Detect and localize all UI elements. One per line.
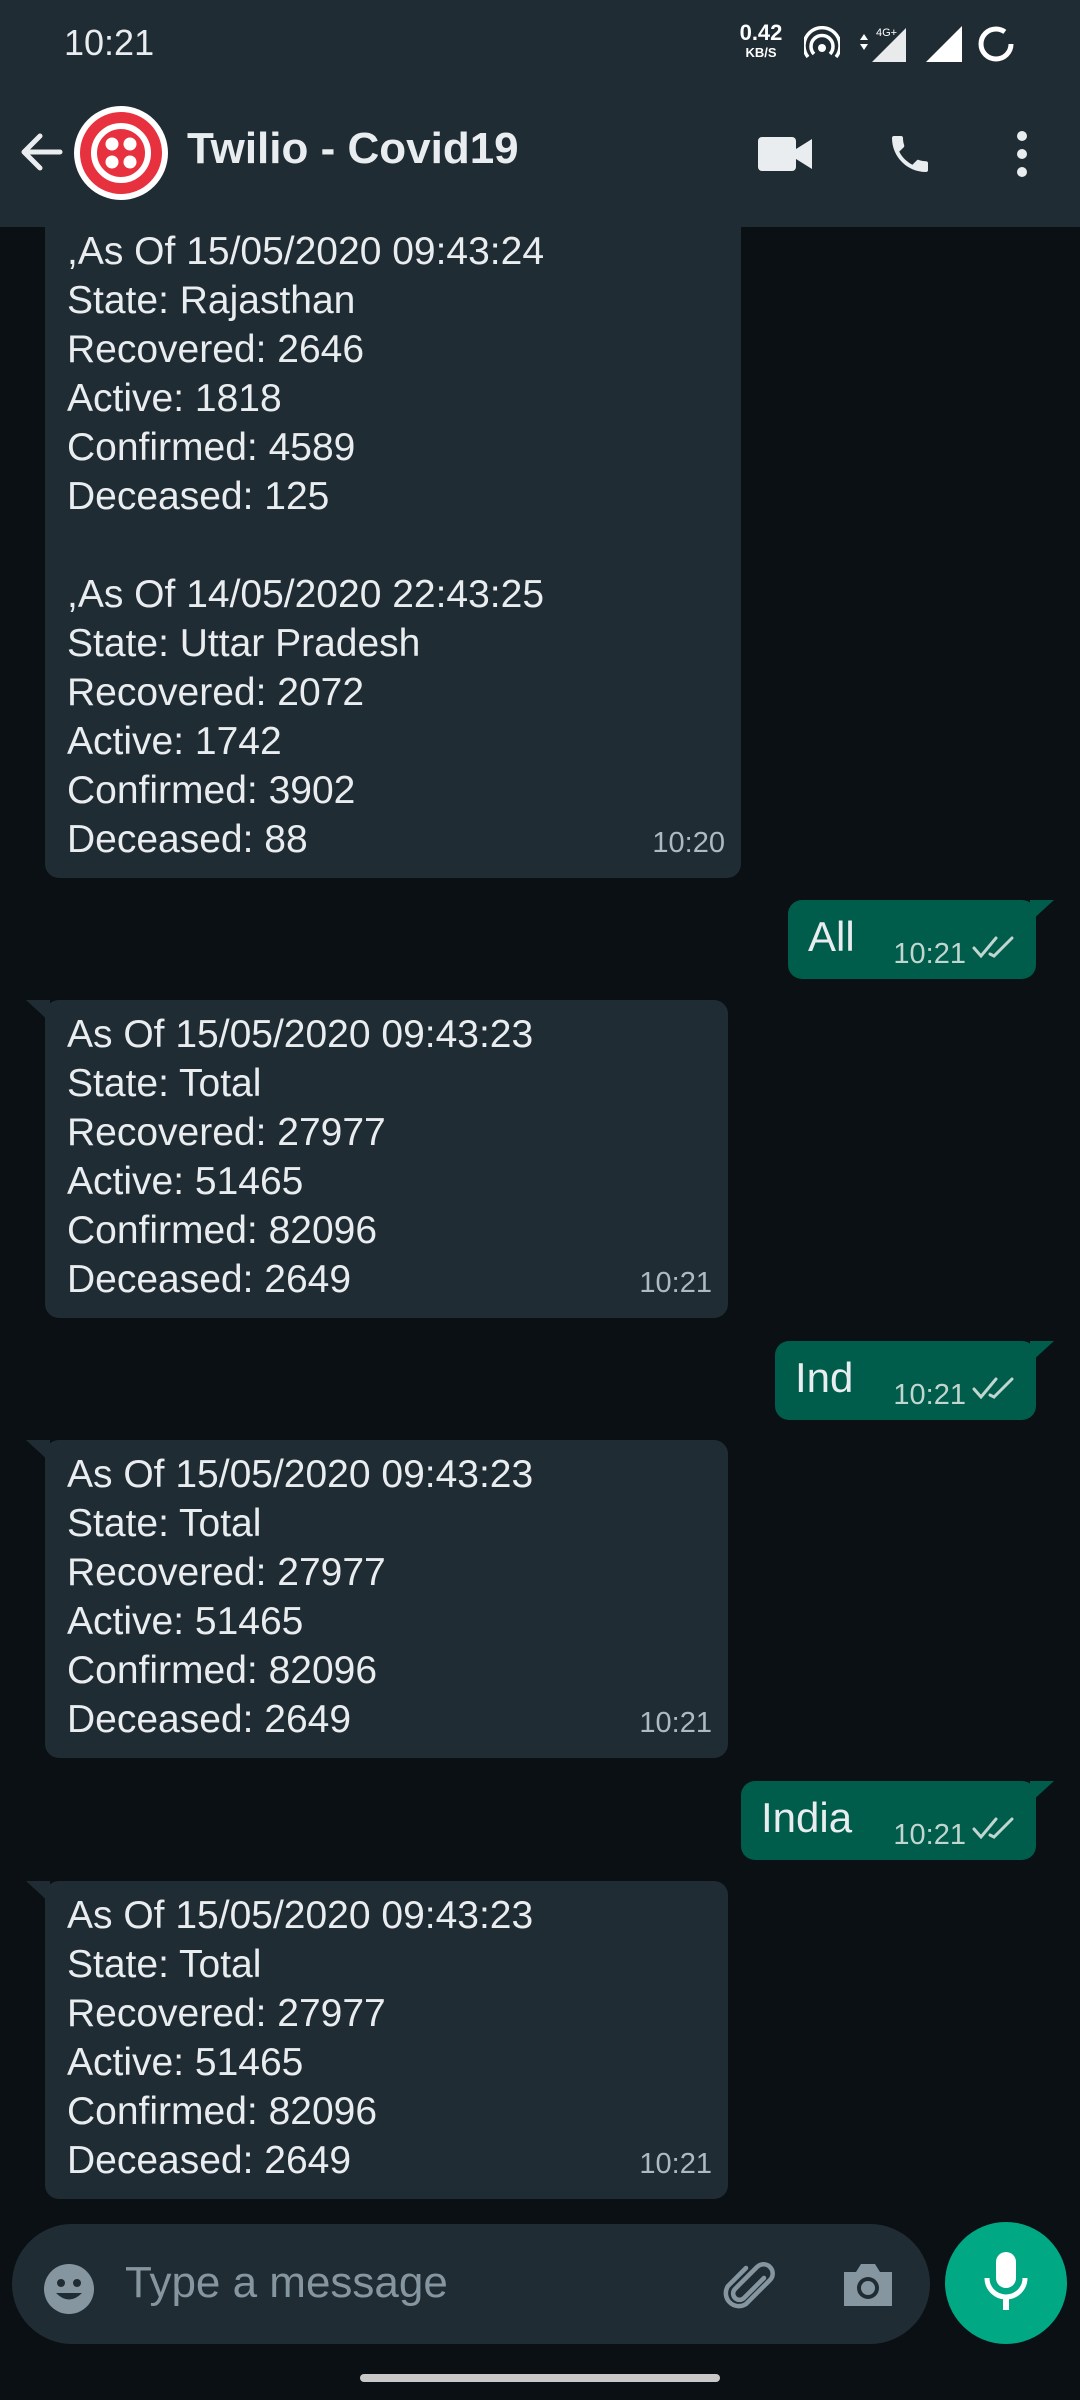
- network-speed-unit: KB/S: [745, 45, 777, 60]
- message-text: As Of 15/05/2020 09:43:23 State: Total R…: [67, 1013, 534, 1301]
- contact-avatar[interactable]: [74, 106, 168, 200]
- outgoing-message[interactable]: Ind 10:21: [775, 1341, 1036, 1420]
- message-text: As Of 15/05/2020 09:43:23 State: Total R…: [67, 1894, 534, 2182]
- status-time: 10:21: [64, 22, 155, 63]
- incoming-message[interactable]: As Of 15/05/2020 09:43:23 State: Total R…: [45, 1881, 728, 2199]
- message-time: 10:21: [639, 2148, 712, 2180]
- hotspot-icon: [804, 26, 840, 59]
- cellular-4g-icon: 4G+: [860, 27, 906, 62]
- voice-message-button[interactable]: [945, 2222, 1067, 2344]
- message-time: 10:20: [652, 827, 725, 859]
- message-time: 10:21: [893, 1379, 966, 1411]
- message-time: 10:21: [893, 1819, 966, 1851]
- message-text: India: [761, 1794, 853, 1841]
- incoming-message[interactable]: ,As Of 15/05/2020 09:43:24 State: Rajast…: [45, 227, 741, 878]
- message-time: 10:21: [639, 1267, 712, 1299]
- double-check-icon: [972, 936, 1014, 959]
- battery-saver-icon: [978, 26, 1014, 62]
- double-check-icon: [972, 1817, 1014, 1840]
- more-vert-icon[interactable]: [1012, 128, 1032, 180]
- microphone-icon: [984, 2252, 1028, 2310]
- arrow-left-icon[interactable]: [18, 128, 66, 176]
- network-type: 4G+: [876, 27, 897, 39]
- outgoing-message[interactable]: All 10:21: [788, 900, 1036, 979]
- message-text: All: [808, 913, 855, 960]
- outgoing-message[interactable]: India 10:21: [741, 1781, 1036, 1860]
- incoming-message[interactable]: As Of 15/05/2020 09:43:23 State: Total R…: [45, 1440, 728, 1758]
- network-speed-value: 0.42: [739, 20, 783, 45]
- contact-name[interactable]: Twilio - Covid19: [187, 124, 519, 174]
- network-speed: 0.42 KB/S: [733, 20, 789, 60]
- twilio-logo-icon: [80, 112, 162, 194]
- message-text: Ind: [795, 1354, 854, 1401]
- chat-header: Twilio - Covid19: [0, 80, 1080, 227]
- message-list[interactable]: ,As Of 15/05/2020 09:43:24 State: Rajast…: [0, 227, 1080, 2230]
- incoming-message[interactable]: As Of 15/05/2020 09:43:23 State: Total R…: [45, 1000, 728, 1318]
- paperclip-icon[interactable]: [720, 2258, 776, 2314]
- status-bar: 10:21 0.42 KB/S 4G+: [0, 0, 1080, 80]
- message-text: As Of 15/05/2020 09:43:23 State: Total R…: [67, 1453, 534, 1741]
- message-text: ,As Of 15/05/2020 09:43:24 State: Rajast…: [67, 230, 545, 861]
- message-input[interactable]: Type a message: [125, 2258, 448, 2308]
- message-time: 10:21: [639, 1707, 712, 1739]
- video-camera-icon[interactable]: [756, 135, 814, 173]
- camera-icon[interactable]: [840, 2260, 896, 2310]
- emoji-icon[interactable]: [42, 2262, 96, 2316]
- message-composer: Type a message: [12, 2224, 930, 2344]
- home-indicator[interactable]: [360, 2374, 720, 2382]
- signal-icon: [926, 26, 962, 62]
- message-time: 10:21: [893, 938, 966, 970]
- double-check-icon: [972, 1377, 1014, 1400]
- phone-icon[interactable]: [886, 130, 934, 178]
